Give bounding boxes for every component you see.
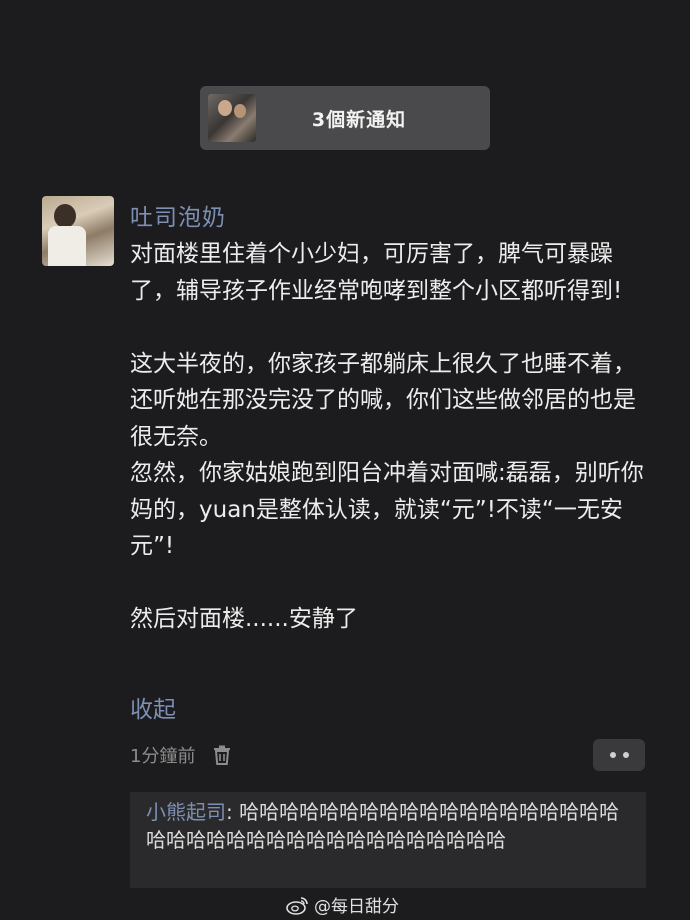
more-options-button[interactable]: [593, 739, 645, 771]
post-paragraph: 然后对面楼......安静了: [130, 606, 358, 632]
more-dot-icon: [609, 752, 616, 758]
post-username[interactable]: 吐司泡奶: [130, 198, 226, 232]
reply-box: 小熊起司: 哈哈哈哈哈哈哈哈哈哈哈哈哈哈哈哈哈哈哈哈哈哈哈哈哈哈哈哈哈哈哈哈哈哈…: [130, 792, 646, 888]
post-timestamp: 1分鐘前: [130, 746, 196, 767]
post-paragraph: 这大半夜的，你家孩子都躺床上很久了也睡不着，还听她在那没完没了的喊，你们这些做邻…: [130, 350, 636, 450]
watermark-text: @每日甜分: [314, 897, 399, 917]
reply-content: 小熊起司: 哈哈哈哈哈哈哈哈哈哈哈哈哈哈哈哈哈哈哈哈哈哈哈哈哈哈哈哈哈哈哈哈哈哈…: [130, 792, 646, 854]
post-paragraph: 对面楼里住着个小少妇，可厉害了，脾气可暴躁了，辅导孩子作业经常咆哮到整个小区都听…: [130, 241, 623, 304]
trash-icon[interactable]: [213, 745, 231, 765]
post-body: 对面楼里住着个小少妇，可厉害了，脾气可暴躁了，辅导孩子作业经常咆哮到整个小区都听…: [130, 236, 650, 638]
watermark: @每日甜分: [286, 892, 399, 917]
avatar[interactable]: [42, 196, 114, 266]
notification-text: 3個新通知: [311, 108, 407, 131]
notification-avatar: [208, 94, 256, 142]
notification-banner[interactable]: 3個新通知: [200, 86, 490, 150]
post-meta: 1分鐘前: [130, 742, 231, 768]
collapse-link[interactable]: 收起: [130, 690, 176, 724]
reply-separator: :: [226, 800, 240, 824]
weibo-logo-icon: [286, 896, 308, 915]
reply-author[interactable]: 小熊起司: [146, 800, 226, 824]
post-paragraph: 忽然，你家姑娘跑到阳台冲着对面喊:磊磊，别听你妈的，yuan是整体认读，就读“元…: [130, 460, 644, 559]
more-dot-icon: [622, 752, 629, 758]
